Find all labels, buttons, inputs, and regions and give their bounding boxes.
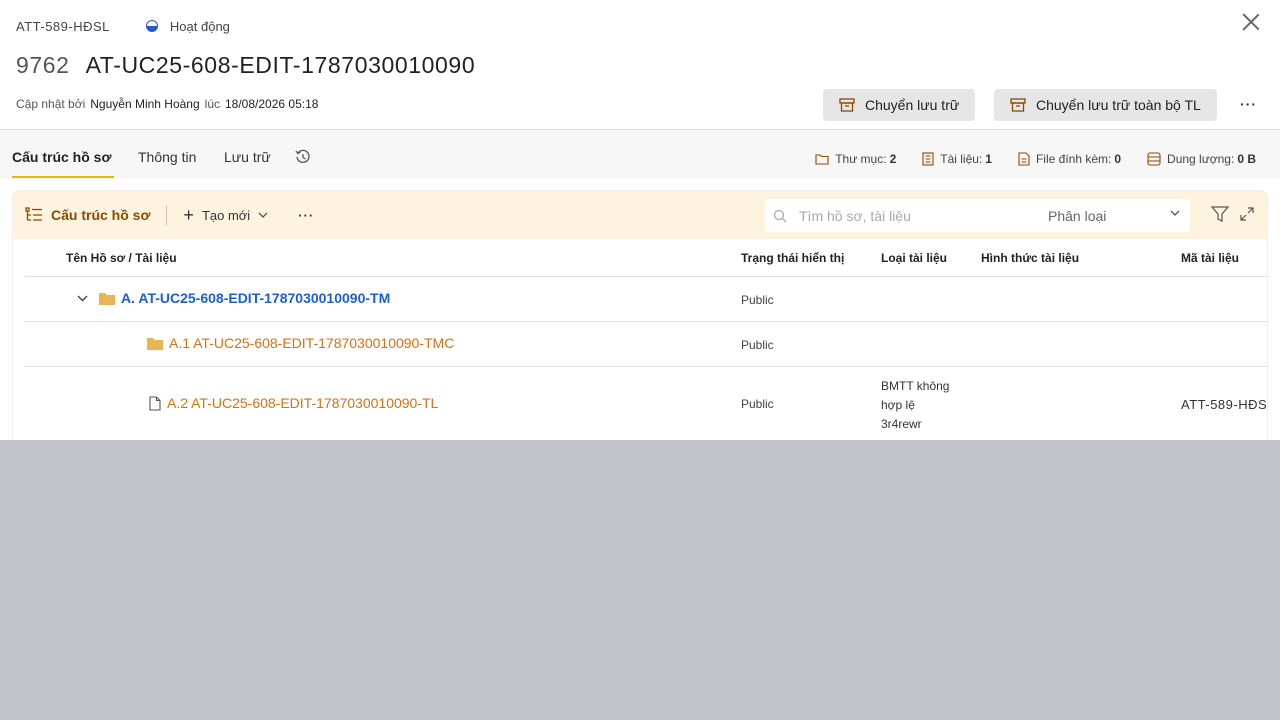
category-select[interactable]: Phân loại xyxy=(1048,199,1190,232)
row-name-label: A.2 AT-UC25-608-EDIT-1787030010090-TL xyxy=(167,395,439,411)
document-icon xyxy=(922,152,934,166)
folder-icon xyxy=(815,154,829,165)
column-header-code[interactable]: Mã tài liệu xyxy=(1181,251,1239,265)
status-dot-icon xyxy=(145,20,158,32)
record-code: ATT-589-HĐSL xyxy=(16,18,110,34)
stat-storage-value: 0 B xyxy=(1237,152,1256,166)
expand-icon[interactable] xyxy=(1240,207,1254,221)
structure-title: Cấu trúc hồ sơ xyxy=(25,207,150,223)
status-label: Hoạt động xyxy=(169,18,230,34)
row-status: Public xyxy=(741,338,774,352)
updated-by: Nguyễn Minh Hoàng xyxy=(90,97,200,111)
stat-documents-value: 1 xyxy=(985,152,992,166)
row-type-line: 3r4rewr xyxy=(881,417,922,431)
chevron-down-icon[interactable] xyxy=(77,295,88,302)
active-tab-indicator xyxy=(12,176,114,178)
structure-title-label: Cấu trúc hồ sơ xyxy=(51,207,151,223)
folder-icon xyxy=(99,292,115,305)
column-header-form[interactable]: Hình thức tài liệu xyxy=(981,251,1079,265)
table-row[interactable]: A.1 AT-UC25-608-EDIT-1787030010090-TMC P… xyxy=(25,322,1267,367)
archive-button[interactable]: Chuyển lưu trữ xyxy=(823,89,976,121)
row-type: BMTT không hợp lệ 3r4rewr xyxy=(881,377,949,434)
stat-documents-label: Tài liệu: xyxy=(940,152,983,166)
category-placeholder: Phân loại xyxy=(1048,207,1107,224)
table-header: Tên Hồ sơ / Tài liệu Trạng thái hiển thị… xyxy=(25,239,1267,277)
stat-folders-label: Thư mục: xyxy=(835,152,887,166)
row-name[interactable]: A. AT-UC25-608-EDIT-1787030010090-TM xyxy=(99,290,390,306)
stat-attachments-value: 0 xyxy=(1114,152,1122,166)
status-badge: Hoạt động xyxy=(145,18,230,34)
more-options-icon[interactable]: ··· xyxy=(1240,96,1257,112)
row-type-line: BMTT không xyxy=(881,379,950,393)
table-row[interactable]: A.2 AT-UC25-608-EDIT-1787030010090-TL Pu… xyxy=(25,367,1268,440)
folder-icon xyxy=(147,337,163,350)
search-input[interactable] xyxy=(799,207,1039,224)
archive-all-button[interactable]: Chuyển lưu trữ toàn bộ TL xyxy=(994,89,1217,121)
tree-list-icon xyxy=(25,207,42,221)
row-code: ATT-589-HĐS xyxy=(1181,397,1268,412)
row-status: Public xyxy=(741,397,774,411)
search-icon xyxy=(773,209,787,222)
row-status: Public xyxy=(741,293,774,307)
column-header-type[interactable]: Loại tài liệu xyxy=(881,251,947,265)
file-icon xyxy=(149,395,161,411)
tab-bar: Cấu trúc hồ sơ Thông tin Lưu trữ Thư mục… xyxy=(0,129,1280,179)
updated-prefix: Cập nhật bởi xyxy=(16,97,86,111)
record-detail-panel: ATT-589-HĐSL Hoạt động 9762 AT-UC25-608-… xyxy=(0,0,1280,440)
create-new-button[interactable]: + Tạo mới xyxy=(183,206,268,224)
column-header-name[interactable]: Tên Hồ sơ / Tài liệu xyxy=(66,251,177,265)
stat-attachments-label: File đính kèm: xyxy=(1035,152,1112,166)
stats-bar: Thư mục: 2 Tài liệu: 1 File đính kèm: 0 Dun… xyxy=(815,152,1256,166)
record-title: AT-UC25-608-EDIT-1787030010090 xyxy=(85,51,476,78)
updated-at-prefix: lúc xyxy=(204,97,220,111)
close-icon[interactable] xyxy=(1242,13,1260,31)
tab-archive[interactable]: Lưu trữ xyxy=(224,149,271,165)
chevron-down-icon xyxy=(258,212,268,218)
header-meta: ATT-589-HĐSL Hoạt động xyxy=(16,17,230,35)
toolbar-more-icon[interactable]: ··· xyxy=(298,208,314,223)
stat-folders-value: 2 xyxy=(889,152,897,166)
record-number: 9762 xyxy=(16,51,70,78)
toolbar-divider xyxy=(166,205,168,225)
stat-storage-label: Dung lượng: xyxy=(1167,152,1235,166)
row-name-label: A.1 AT-UC25-608-EDIT-1787030010090-TMC xyxy=(169,335,455,351)
update-info: Cập nhật bởi Nguyễn Minh Hoàng lúc 18/08… xyxy=(16,97,318,111)
page-title: 9762 AT-UC25-608-EDIT-1787030010090 xyxy=(16,50,475,80)
tab-structure[interactable]: Cấu trúc hồ sơ xyxy=(12,149,111,165)
archive-box-icon xyxy=(1010,98,1026,112)
archive-all-button-label: Chuyển lưu trữ toàn bộ TL xyxy=(1036,97,1201,113)
row-type-line: hợp lệ xyxy=(881,398,915,412)
column-header-status[interactable]: Trạng thái hiển thị xyxy=(741,251,844,265)
plus-icon: + xyxy=(183,205,194,225)
row-name[interactable]: A.2 AT-UC25-608-EDIT-1787030010090-TL xyxy=(149,395,438,411)
tab-info[interactable]: Thông tin xyxy=(138,149,196,165)
row-name[interactable]: A.1 AT-UC25-608-EDIT-1787030010090-TMC xyxy=(147,335,454,351)
updated-at: 18/08/2026 05:18 xyxy=(225,97,319,111)
create-new-label: Tạo mới xyxy=(201,207,251,223)
stat-folders: Thư mục: 2 xyxy=(815,152,896,166)
attachment-icon xyxy=(1018,152,1030,166)
stat-storage: Dung lượng: 0 B xyxy=(1147,152,1256,166)
search-box: Phân loại xyxy=(765,199,1190,232)
stat-documents: Tài liệu: 1 xyxy=(922,152,992,166)
storage-icon xyxy=(1147,152,1161,166)
archive-button-label: Chuyển lưu trữ xyxy=(865,97,960,113)
archive-box-icon xyxy=(839,98,855,112)
table-row[interactable]: A. AT-UC25-608-EDIT-1787030010090-TM Pub… xyxy=(25,277,1267,322)
structure-toolbar: Cấu trúc hồ sơ + Tạo mới ··· Phân loại xyxy=(13,191,1267,239)
history-icon[interactable] xyxy=(295,149,311,165)
chevron-down-icon xyxy=(1170,210,1180,216)
filter-icon[interactable] xyxy=(1211,206,1229,223)
structure-box: Cấu trúc hồ sơ + Tạo mới ··· Phân loại xyxy=(12,190,1268,440)
row-name-label: A. AT-UC25-608-EDIT-1787030010090-TM xyxy=(121,290,391,306)
stat-attachments: File đính kèm: 0 xyxy=(1018,152,1121,166)
